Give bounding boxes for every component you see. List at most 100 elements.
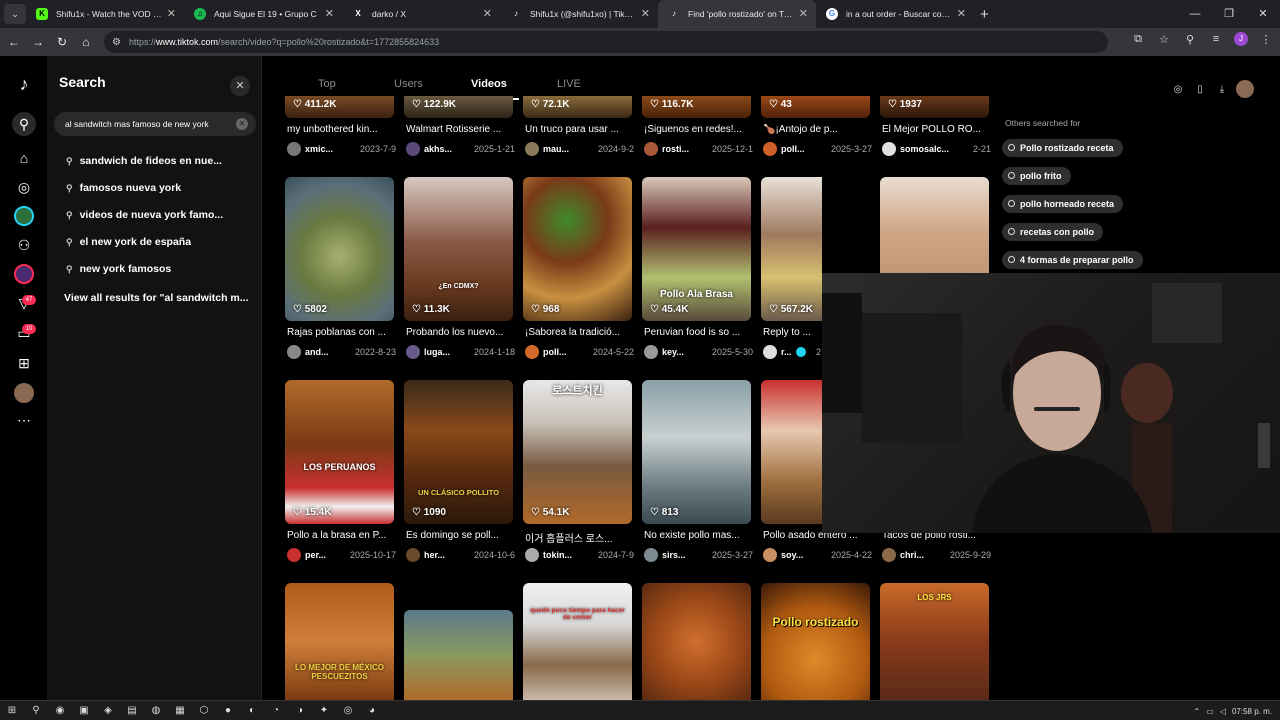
network-icon[interactable]: ▭ [1206, 707, 1214, 716]
author-name[interactable]: soy... [781, 550, 803, 560]
video-caption[interactable]: ¡Siguenos en redes!... [644, 124, 753, 135]
author-name[interactable]: per... [305, 550, 326, 560]
app-icon[interactable]: ● [216, 705, 240, 716]
video-thumbnail[interactable]: ♡ 567.2K [761, 177, 822, 321]
author-avatar[interactable] [525, 548, 539, 562]
profile-avatar[interactable] [14, 383, 34, 403]
related-search-pill[interactable]: pollo frito [1002, 167, 1071, 185]
clock[interactable]: 07:58 p. m. [1232, 707, 1272, 716]
more-icon[interactable]: ⋯ [12, 408, 36, 432]
author-avatar[interactable] [406, 142, 420, 156]
site-info-icon[interactable]: ⚙ [112, 37, 121, 48]
address-bar[interactable]: ⚙ https://www.tiktok.com/search/video?q=… [104, 31, 1108, 53]
app-icon[interactable]: ⬡ [192, 705, 216, 716]
tab-videos[interactable]: Videos [471, 78, 507, 90]
user-avatar[interactable] [1236, 80, 1254, 98]
author-avatar[interactable] [644, 548, 658, 562]
author-name[interactable]: xmic... [305, 144, 333, 154]
home-icon[interactable]: ⌂ [74, 35, 98, 49]
start-menu-icon[interactable]: ⊞ [0, 705, 24, 716]
browser-tab-4[interactable]: ♪ Shifu1x (@shifu1xo) | TikTok ✕ [500, 0, 658, 28]
video-caption[interactable]: 🍗¡Antojo de p... [763, 124, 872, 135]
video-thumbnail[interactable]: UN CLÁSICO POLLITO ♡ 1090 [404, 380, 513, 524]
video-thumbnail[interactable]: ♡ 5802 [285, 177, 394, 321]
video-thumbnail[interactable]: LOS JRS [880, 583, 989, 700]
search-icon[interactable]: ⚲ [12, 112, 36, 136]
video-caption[interactable]: Un truco para usar ... [525, 124, 634, 135]
video-caption[interactable]: Probando los nuevo... [406, 327, 515, 338]
author-avatar[interactable] [763, 142, 777, 156]
author-name[interactable]: key... [662, 347, 684, 357]
app-icon[interactable]: ◈ [96, 705, 120, 716]
video-caption[interactable]: Peruvian food is so ... [644, 327, 753, 338]
close-tab-icon[interactable]: ✕ [167, 7, 176, 20]
media-controls-icon[interactable]: ≡ [1208, 33, 1224, 45]
video-thumbnail[interactable]: LO MEJOR DE MÉXICO PESCUEZITOS [285, 583, 394, 700]
search-suggestion[interactable]: ⚲ videos de nueva york famo... [66, 209, 223, 221]
browser-tab-6[interactable]: Gin a out order - Buscar con Go ✕ [816, 0, 974, 28]
app-icon[interactable]: ✦ [312, 705, 336, 716]
video-caption[interactable]: Rajas poblanas con ... [287, 327, 396, 338]
app-icon[interactable]: ◎ [336, 705, 360, 716]
author-name[interactable]: tokin... [543, 550, 572, 560]
tab-live[interactable]: LIVE [557, 78, 581, 90]
search-suggestion[interactable]: ⚲ new york famosos [66, 263, 171, 275]
author-name[interactable]: her... [424, 550, 445, 560]
search-icon[interactable]: ⚲ [24, 705, 48, 716]
coins-icon[interactable]: ◎ [1170, 84, 1186, 95]
author-avatar[interactable] [644, 345, 658, 359]
author-name[interactable]: somosalc... [900, 144, 949, 154]
video-thumbnail[interactable]: ♡ 116.7K [642, 96, 751, 118]
video-thumbnail[interactable]: ¿En CDMX? ♡ 11.3K [404, 177, 513, 321]
author-name[interactable]: rosti... [662, 144, 689, 154]
search-suggestion[interactable]: ⚲ el new york de españa [66, 236, 191, 248]
home-feed-icon[interactable]: ⌂ [12, 146, 36, 170]
clear-search-icon[interactable]: ✕ [236, 118, 248, 130]
video-thumbnail[interactable]: ♡ 43 [761, 96, 870, 118]
folder-icon[interactable]: ▤ [120, 705, 144, 716]
bookmark-star-icon[interactable]: ☆ [1156, 33, 1172, 46]
author-name[interactable]: mau... [543, 144, 569, 154]
tab-search-button[interactable]: ⌄ [4, 4, 26, 24]
video-caption[interactable]: ¡Saborea la tradició... [525, 327, 634, 338]
video-thumbnail[interactable] [404, 610, 513, 700]
download-icon[interactable]: ⤓ [1214, 84, 1230, 95]
video-caption[interactable]: 이거 흡플러스 로스... [525, 530, 634, 545]
discord-icon[interactable]: ◕ [360, 705, 384, 716]
live-avatar[interactable] [14, 206, 34, 226]
live-avatar[interactable] [14, 264, 34, 284]
video-caption[interactable]: Walmart Rotisserie ... [406, 124, 515, 135]
close-tab-icon[interactable]: ✕ [641, 7, 650, 20]
video-thumbnail[interactable]: quedó poco tiempo para hacer de comer [523, 583, 632, 700]
close-tab-icon[interactable]: ✕ [483, 7, 492, 20]
video-caption[interactable]: my unbothered kin... [287, 124, 396, 135]
reload-icon[interactable]: ↻ [50, 35, 74, 49]
related-search-pill[interactable]: pollo horneado receta [1002, 195, 1124, 213]
video-caption[interactable]: No existe pollo mas... [644, 530, 753, 541]
author-avatar[interactable] [882, 548, 896, 562]
related-search-pill[interactable]: recetas con pollo [1002, 223, 1104, 241]
related-search-pill[interactable]: 4 formas de preparar pollo [1002, 251, 1143, 269]
video-caption[interactable]: El Mejor POLLO RO... [882, 124, 991, 135]
app-icon[interactable]: ▦ [168, 705, 192, 716]
explore-icon[interactable]: ◎ [12, 175, 36, 199]
close-tab-icon[interactable]: ✕ [325, 7, 334, 20]
video-thumbnail[interactable]: Pollo rostizado [761, 583, 870, 700]
video-thumbnail[interactable]: Pollo Ala Brasa ♡ 45.4K [642, 177, 751, 321]
mobile-app-icon[interactable]: ▯ [1192, 84, 1208, 95]
author-name[interactable]: poll... [543, 347, 567, 357]
browser-tab-2[interactable]: ♫ Aqui Sigue El 19 • Grupo C ✕ [184, 0, 342, 28]
video-thumbnail[interactable]: LOS PERUANOS ♡ 15.4K [285, 380, 394, 524]
author-name[interactable]: sirs... [662, 550, 686, 560]
browser-tab-1[interactable]: K Shifu1x - Watch the VOD on Ki ✕ [26, 0, 184, 28]
maximize-icon[interactable]: ❐ [1212, 0, 1246, 28]
video-thumbnail[interactable] [761, 380, 822, 524]
video-caption[interactable]: Pollo a la brasa en P... [287, 530, 396, 541]
author-avatar[interactable] [287, 142, 301, 156]
menu-icon[interactable]: ⋮ [1258, 33, 1274, 46]
extensions-icon[interactable]: ⚲ [1182, 33, 1198, 46]
author-avatar[interactable] [525, 345, 539, 359]
browser-tab-3[interactable]: Xdarko / X ✕ [342, 0, 500, 28]
forward-icon[interactable]: → [26, 35, 50, 49]
profile-avatar[interactable]: J [1234, 32, 1248, 46]
